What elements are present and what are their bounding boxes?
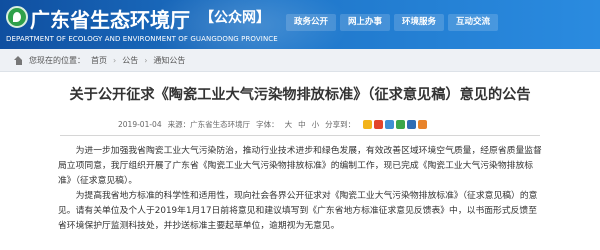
breadcrumb: 您现在的位置： 首页 › 公告 › 通知公告 <box>0 49 600 72</box>
breadcrumb-separator-icon: › <box>144 56 148 65</box>
breadcrumb-home[interactable]: 首页 <box>91 55 107 66</box>
site-header: 广东省生态环境厅 【公众网】 DEPARTMENT OF ECOLOGY AND… <box>0 0 600 49</box>
font-size-label: 字体： <box>256 120 279 129</box>
tencent-weibo-share-icon[interactable] <box>385 120 395 129</box>
wechat-share-icon[interactable] <box>396 120 406 129</box>
font-size-medium[interactable]: 中 <box>298 119 306 130</box>
font-size-large[interactable]: 大 <box>285 119 293 130</box>
leaf-logo-icon[interactable] <box>6 6 28 28</box>
nav-item-online-services[interactable]: 网上办事 <box>340 14 390 31</box>
breadcrumb-notice[interactable]: 公告 <box>122 55 138 66</box>
nav-item-government-affairs[interactable]: 政务公开 <box>286 14 336 31</box>
article-source: 来源：广东省生态环境厅 <box>167 120 251 129</box>
title-divider <box>60 135 540 136</box>
article-paragraph: 为提高我省地方标准的科学性和适用性，现向社会各界公开征求对《陶瓷工业大气污染物排… <box>58 190 538 231</box>
site-title[interactable]: 广东省生态环境厅 <box>30 4 190 33</box>
nav-item-interaction[interactable]: 互动交流 <box>448 14 498 31</box>
breadcrumb-announcements[interactable]: 通知公告 <box>153 55 185 66</box>
share-label: 分享到： <box>325 120 356 129</box>
site-tag: 【公众网】 <box>200 10 270 26</box>
publish-date: 2019-01-04 <box>118 120 162 129</box>
site-subtitle: DEPARTMENT OF ECOLOGY AND ENVIRONMENT OF… <box>6 35 278 43</box>
article-title: 关于公开征求《陶瓷工业大气污染物排放标准》（征求意见稿）意见的公告 <box>69 87 531 103</box>
weibo-share-icon[interactable] <box>374 120 384 129</box>
main-nav: 政务公开 网上办事 环境服务 互动交流 <box>286 14 498 31</box>
article-meta: 2019-01-04 来源：广东省生态环境厅 字体： 大 中 小 分享到： <box>118 119 428 130</box>
article-paragraph: 为进一步加强我省陶瓷工业大气污染防治，推动行业技术进步和绿色发展，有效改善区域环… <box>58 146 542 186</box>
article-body: 为进一步加强我省陶瓷工业大气污染防治，推动行业技术进步和绿色发展，有效改善区域环… <box>58 144 542 233</box>
font-size-small[interactable]: 小 <box>312 119 320 130</box>
breadcrumb-label: 您现在的位置： <box>29 56 85 65</box>
breadcrumb-separator-icon: › <box>113 56 117 65</box>
home-icon <box>14 56 23 65</box>
share-icons <box>363 120 428 129</box>
renren-share-icon[interactable] <box>407 120 417 129</box>
more-share-icon[interactable] <box>418 120 428 129</box>
qzone-share-icon[interactable] <box>363 120 373 129</box>
nav-item-environment-services[interactable]: 环境服务 <box>394 14 444 31</box>
